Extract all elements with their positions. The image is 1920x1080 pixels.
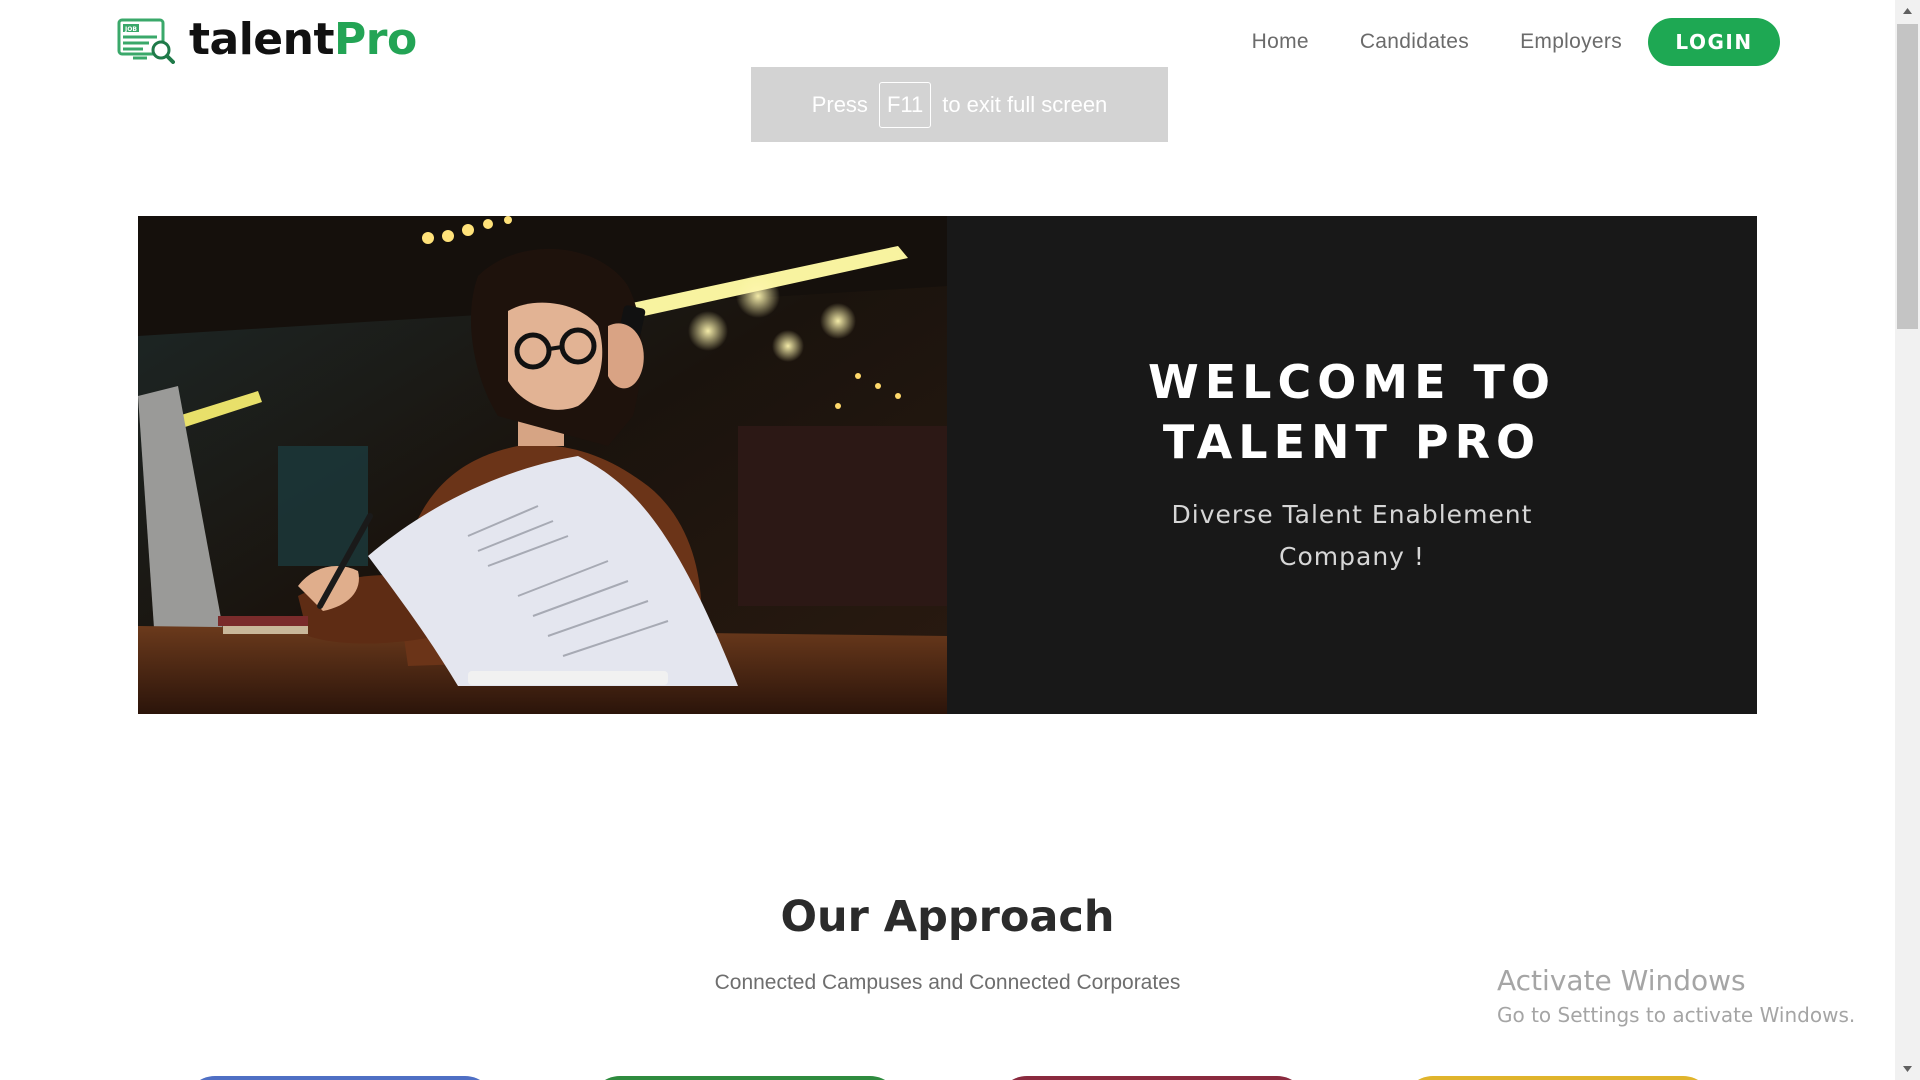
scroll-up-arrow-icon[interactable] (1895, 0, 1920, 22)
approach-card-4[interactable] (1403, 1076, 1713, 1080)
watermark-line2: Go to Settings to activate Windows. (1497, 1003, 1856, 1027)
nav-candidates[interactable]: Candidates (1360, 30, 1469, 54)
f11-key: F11 (878, 81, 932, 128)
approach-card-2[interactable] (590, 1076, 900, 1080)
hero-image (138, 216, 947, 714)
hero-subtitle-line2: Company ! (1279, 542, 1425, 571)
approach-title: Our Approach (780, 892, 1115, 942)
nav-employers[interactable]: Employers (1520, 30, 1622, 54)
approach-card-1[interactable] (185, 1076, 495, 1080)
nav-home[interactable]: Home (1252, 30, 1309, 54)
approach-card-3[interactable] (997, 1076, 1307, 1080)
hero-subtitle: Diverse Talent Enablement Company ! (1152, 494, 1552, 578)
job-search-icon: JOB (117, 18, 175, 64)
login-button[interactable]: LOGIN (1648, 18, 1780, 66)
hero-subtitle-line1: Diverse Talent Enablement (1171, 500, 1533, 529)
windows-activation-watermark: Activate Windows Go to Settings to activ… (1497, 962, 1855, 1030)
vertical-scrollbar[interactable] (1895, 0, 1920, 1080)
watermark-line1: Activate Windows (1497, 964, 1746, 997)
notice-exit-text: to exit full screen (942, 91, 1108, 117)
brand-logo[interactable]: JOB talentPro (117, 14, 417, 66)
brand-name-part2: Pro (334, 14, 417, 65)
notice-press-text: Press (811, 91, 868, 117)
brand-name-part1: talent (189, 14, 335, 65)
brand-name: talentPro (189, 18, 417, 62)
hero-title: WELCOME TO TALENT PRO (1142, 352, 1562, 472)
hero-banner: WELCOME TO TALENT PRO Diverse Talent Enab… (138, 216, 1757, 714)
hero-title-line2: TALENT PRO (1162, 415, 1542, 469)
scrollbar-thumb[interactable] (1897, 24, 1918, 329)
hero-photo-illustration (138, 216, 947, 714)
scroll-down-arrow-icon[interactable] (1895, 1058, 1920, 1080)
svg-text:JOB: JOB (124, 26, 137, 33)
fullscreen-exit-notice: Press F11 to exit full screen (751, 67, 1168, 142)
hero-text-panel: WELCOME TO TALENT PRO Diverse Talent Enab… (947, 216, 1757, 714)
main-nav: Home Candidates Employers LOGIN (1252, 18, 1780, 66)
hero-title-line1: WELCOME TO (1147, 355, 1557, 409)
